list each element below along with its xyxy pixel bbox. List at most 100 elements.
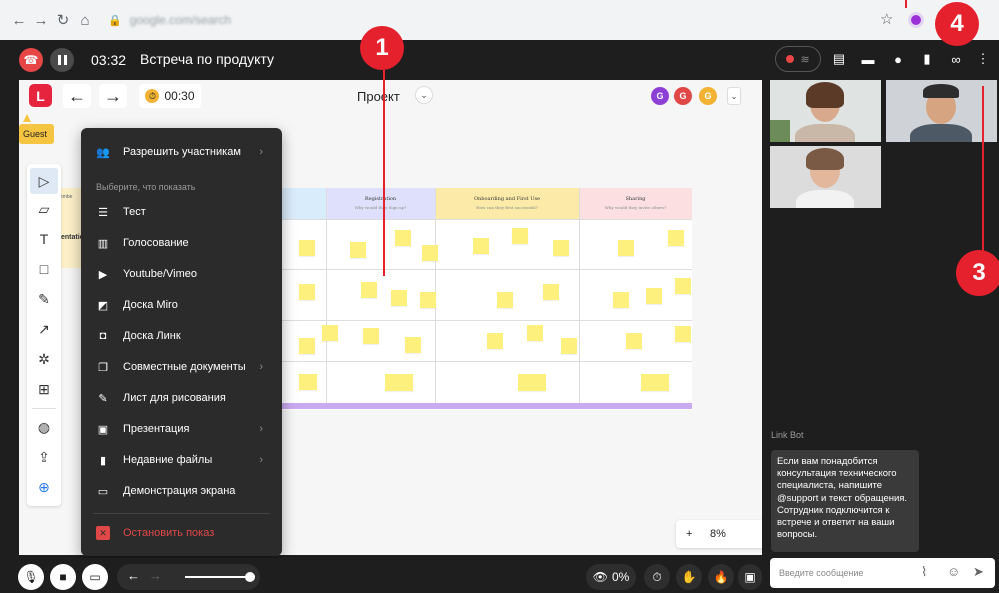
sticky-note[interactable]	[675, 326, 691, 342]
sticky-note[interactable]	[391, 290, 407, 306]
pen-tool-icon[interactable]: ✎	[30, 286, 58, 312]
upload-tool-icon[interactable]: ⇪	[30, 444, 58, 470]
sticky-note[interactable]	[487, 333, 503, 349]
sticky-note[interactable]	[641, 374, 669, 391]
link-icon[interactable]: ∞	[946, 49, 966, 69]
avatar[interactable]: G	[699, 87, 717, 105]
menu-item-test[interactable]: ☰ Тест	[81, 199, 282, 225]
pause-button[interactable]	[50, 48, 74, 72]
menu-item-allow-participants[interactable]: 👥 Разрешить участникам ›	[81, 139, 282, 165]
chevron-down-icon[interactable]: ⌄	[415, 86, 433, 104]
reload-icon[interactable]: ↻	[52, 9, 74, 31]
avatar[interactable]: G	[651, 87, 669, 105]
zoom-slider-handle[interactable]	[245, 572, 255, 582]
menu-item-shared-docs[interactable]: ❐ Совместные документы ›	[81, 354, 282, 380]
board-timer[interactable]: ⏱ 00:30	[139, 84, 201, 108]
menu-item-youtube[interactable]: ▶ Youtube/Vimeo	[81, 261, 282, 287]
sticky-note[interactable]	[512, 228, 528, 244]
camera-button[interactable]: ■	[50, 564, 76, 590]
sticky-note[interactable]	[422, 245, 438, 261]
visibility-button[interactable]: 👁 0%	[586, 564, 636, 590]
sticky-note[interactable]	[350, 242, 366, 258]
avatar[interactable]: G	[674, 87, 692, 105]
palette-tool-icon[interactable]: ◍	[30, 414, 58, 440]
redo-button[interactable]: →	[99, 84, 127, 108]
undo-button[interactable]: ←	[63, 84, 91, 108]
menu-item-poll[interactable]: ▥ Голосование	[81, 230, 282, 256]
screen-share-button[interactable]: ▭	[82, 564, 108, 590]
sticky-note[interactable]	[497, 292, 513, 308]
sticky-note[interactable]	[626, 333, 642, 349]
more-icon[interactable]: ⋮	[973, 49, 993, 69]
menu-item-presentation[interactable]: ▣ Презентация ›	[81, 416, 282, 442]
mindmap-tool-icon[interactable]: ✲	[30, 346, 58, 372]
sticky-note[interactable]	[420, 292, 436, 308]
text-tool-icon[interactable]: T	[30, 226, 58, 252]
extension-icon[interactable]	[908, 12, 924, 28]
sticky-note[interactable]	[668, 230, 684, 246]
sticky-note[interactable]	[543, 284, 559, 300]
add-board-icon[interactable]: ⊕	[30, 474, 58, 500]
sticky-note[interactable]	[385, 374, 413, 391]
sticky-note[interactable]	[395, 230, 411, 246]
pip-button[interactable]: ▣	[738, 564, 762, 590]
sticky-note[interactable]	[675, 278, 691, 294]
menu-item-miro[interactable]: ◩ Доска Miro	[81, 292, 282, 318]
back-icon[interactable]: ←	[8, 9, 30, 31]
select-tool-icon[interactable]: ▷	[30, 168, 58, 194]
chat-icon[interactable]: ▬	[858, 49, 878, 69]
sticky-note[interactable]	[405, 337, 421, 353]
menu-item-drawing-sheet[interactable]: ✎ Лист для рисования	[81, 385, 282, 411]
sticky-note[interactable]	[361, 282, 377, 298]
chat-input-placeholder: Введите сообщение	[779, 568, 864, 578]
connector-tool-icon[interactable]: ↗	[30, 316, 58, 342]
sticky-note[interactable]	[561, 338, 577, 354]
sticky-note[interactable]	[299, 240, 315, 256]
menu-item-link-board[interactable]: ◘ Доска Линк	[81, 323, 282, 349]
menu-item-screen-share[interactable]: ▭ Демонстрация экрана	[81, 478, 282, 504]
video-tile[interactable]	[770, 80, 881, 142]
stop-sharing-button[interactable]: ✕ Остановить показ	[81, 520, 282, 546]
forward-arrow-icon[interactable]: →	[149, 568, 162, 583]
sticky-note[interactable]	[299, 284, 315, 300]
sticky-note[interactable]	[613, 292, 629, 308]
forward-icon[interactable]: →	[30, 9, 52, 31]
reactions-button[interactable]: 🔥	[708, 564, 734, 590]
home-icon[interactable]: ⌂	[74, 9, 96, 31]
sticky-note[interactable]	[527, 325, 543, 341]
record-button[interactable]: ≋	[775, 46, 821, 72]
star-icon[interactable]: ☆	[880, 10, 893, 28]
file-icon[interactable]: ▮	[917, 49, 937, 69]
video-tile[interactable]	[886, 80, 997, 142]
microphone-button[interactable]: 🎙	[18, 564, 44, 590]
participants-icon[interactable]: ●	[888, 49, 908, 69]
shape-tool-icon[interactable]: □	[30, 256, 58, 282]
project-title[interactable]: Проект	[357, 89, 400, 104]
hangup-button[interactable]: ☎	[19, 48, 43, 72]
chat-message-input[interactable]: Введите сообщение ⌇ ☺ ➤	[770, 558, 995, 588]
sticky-tool-icon[interactable]: ▱	[30, 196, 58, 222]
menu-item-recent-files[interactable]: ▮ Недавние файлы ›	[81, 447, 282, 473]
sticky-note[interactable]	[322, 325, 338, 341]
sticky-note[interactable]	[299, 374, 317, 390]
sticky-note[interactable]	[363, 328, 379, 344]
paperclip-icon[interactable]: ⌇	[921, 564, 927, 580]
sticky-note[interactable]	[299, 338, 315, 354]
notes-icon[interactable]: ▤	[829, 49, 849, 69]
sticky-note[interactable]	[473, 238, 489, 254]
zoom-slider[interactable]	[185, 576, 249, 578]
raise-hand-button[interactable]: ✋	[676, 564, 702, 590]
back-arrow-icon[interactable]: ←	[127, 568, 140, 583]
sticky-note[interactable]	[553, 240, 569, 256]
address-bar[interactable]: 🔒 google.com/search	[108, 9, 926, 31]
avatars-chevron-icon[interactable]: ⌄	[727, 87, 741, 105]
emoji-icon[interactable]: ☺	[947, 564, 960, 579]
timer-button[interactable]: ⏱	[644, 564, 670, 590]
sticky-note[interactable]	[518, 374, 546, 391]
send-icon[interactable]: ➤	[973, 564, 984, 580]
sticky-note[interactable]	[618, 240, 634, 256]
video-tile[interactable]	[770, 146, 881, 208]
zoom-in-button[interactable]: +	[686, 528, 692, 540]
table-tool-icon[interactable]: ⊞	[30, 376, 58, 402]
sticky-note[interactable]	[646, 288, 662, 304]
